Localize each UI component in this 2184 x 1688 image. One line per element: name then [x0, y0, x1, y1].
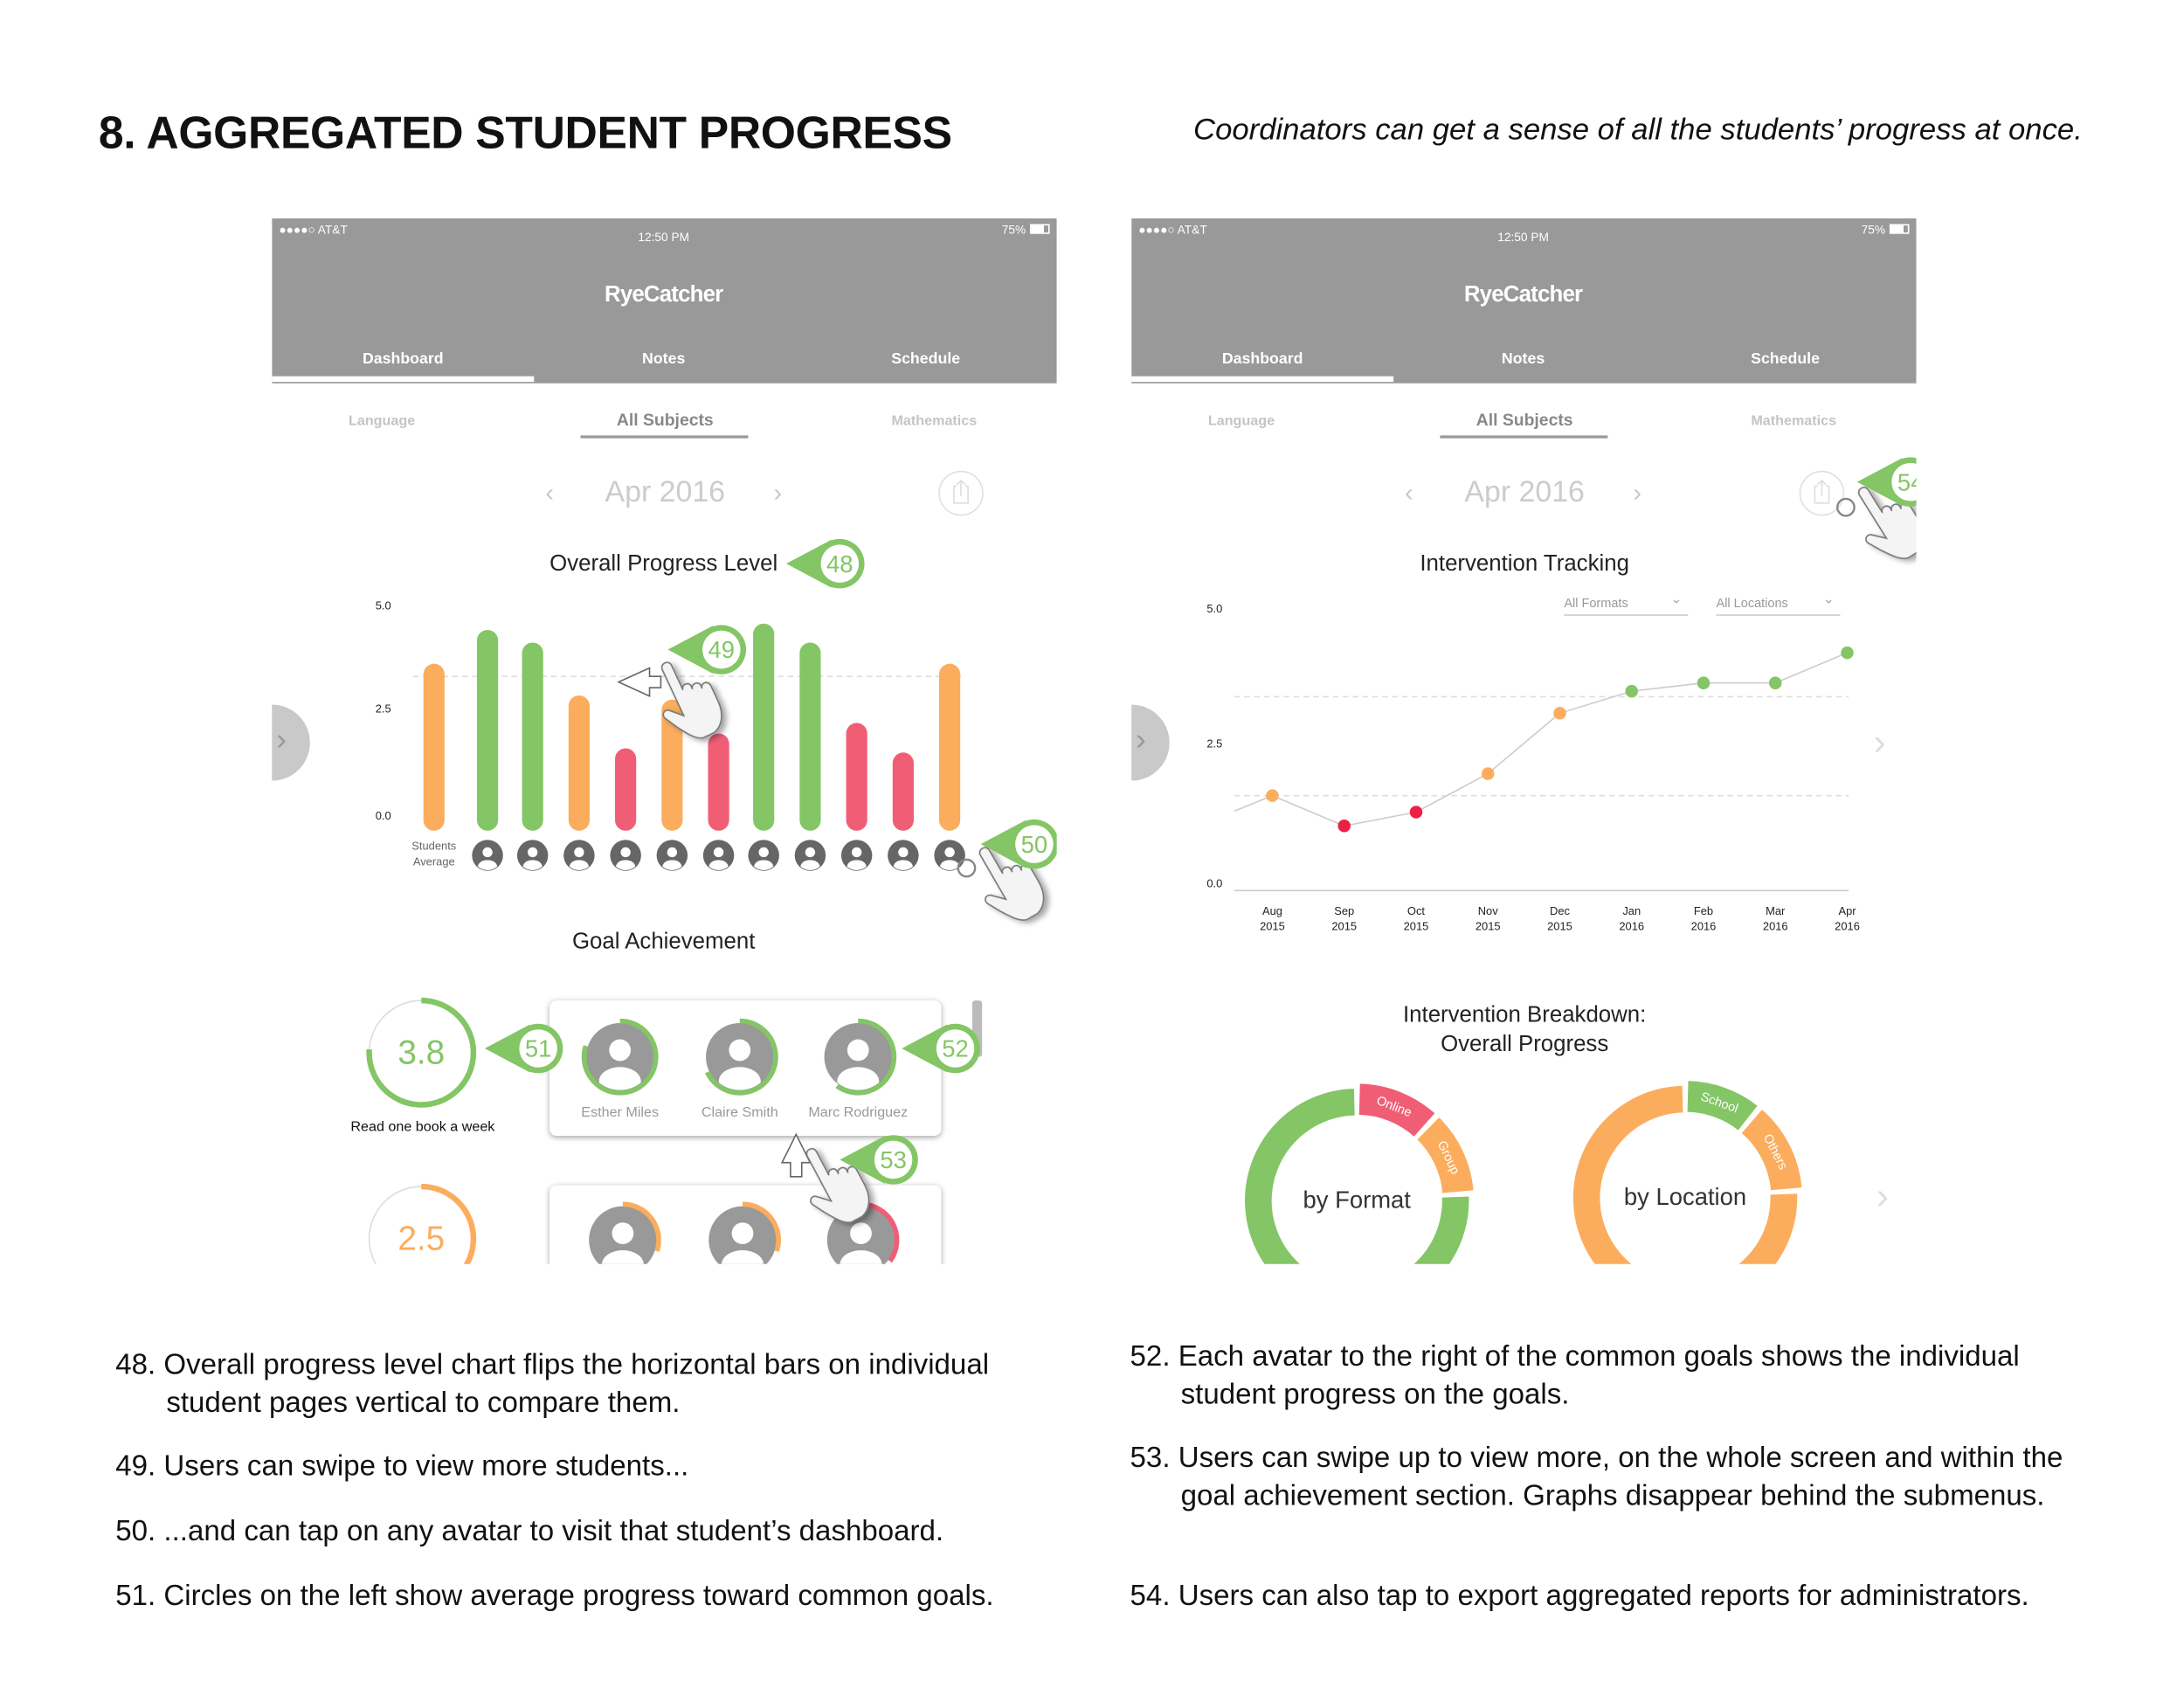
callout-51: 51	[484, 1023, 563, 1074]
callout-number: 52	[942, 1035, 968, 1062]
callout-number: 48	[826, 550, 853, 578]
note-54: 54. Users can also tap to export aggrega…	[1130, 1580, 2029, 1613]
note-49: 49. Users can swipe to view more student…	[115, 1449, 689, 1483]
dashboard-screen-interventions: ●●●●○ AT&T 12:50 PM 75% RyeCatcher Dashb…	[1131, 218, 1917, 1264]
slide: 8. AGGREGATED STUDENT PROGRESS Coordinat…	[0, 0, 2184, 1688]
note-50: 50. ...and can tap on any avatar to visi…	[115, 1514, 944, 1547]
tap-indicator	[957, 858, 977, 878]
note-53: 53. Users can swipe up to view more, on …	[1130, 1441, 2063, 1512]
page-subtitle: Coordinators can get a sense of all the …	[1193, 113, 2083, 147]
callout-number: 54	[1897, 468, 1917, 495]
swipe-left-arrow-icon	[617, 667, 662, 698]
dashboard-screen-progress: ●●●●○ AT&T 12:50 PM 75% RyeCatcher Dashb…	[272, 218, 1057, 1264]
annotation-overlay: 54	[1836, 457, 1917, 573]
note-51: 51. Circles on the left show average pro…	[115, 1580, 994, 1613]
callout-48: 48	[785, 538, 865, 589]
page-title: 8. AGGREGATED STUDENT PROGRESS	[98, 107, 952, 158]
callout-number: 53	[880, 1146, 906, 1173]
callout-49: 49	[667, 625, 747, 675]
annotation-overlay: 48 49 50 51 52 53	[484, 538, 1057, 1235]
callout-number: 51	[525, 1035, 551, 1062]
tap-indicator	[1836, 497, 1856, 517]
note-52: 52. Each avatar to the right of the comm…	[1130, 1339, 2020, 1410]
swipe-up-arrow-icon	[780, 1132, 812, 1178]
callout-number: 49	[708, 636, 735, 663]
callout-number: 50	[1021, 831, 1047, 858]
note-48: 48. Overall progress level chart flips t…	[115, 1348, 990, 1419]
callout-52: 52	[902, 1023, 980, 1074]
